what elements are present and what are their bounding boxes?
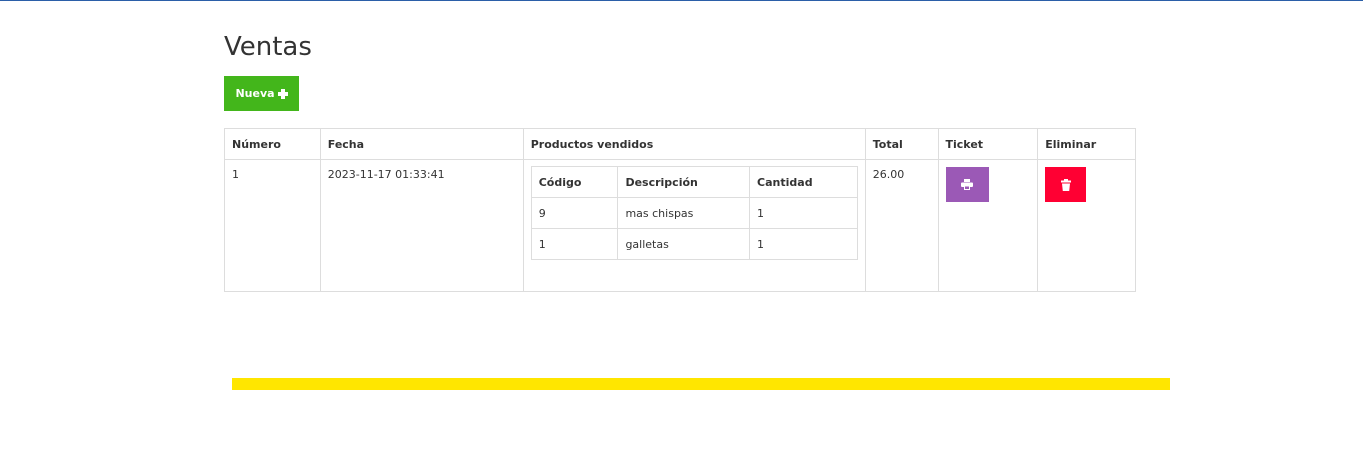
header-cantidad: Cantidad (749, 166, 858, 198)
header-total: Total (864, 128, 939, 160)
footer-yellow-bar (232, 378, 1170, 390)
sale-total: 26.00 (864, 159, 939, 292)
product-row: 9 mas chispas 1 (530, 197, 858, 229)
sale-products-cell: Código Descripción Cantidad 9 mas chispa… (522, 159, 866, 292)
products-header-row: Código Descripción Cantidad (530, 166, 858, 198)
delete-cell (1037, 159, 1136, 292)
ticket-cell (937, 159, 1039, 292)
sale-date: 2023-11-17 01:33:41 (319, 159, 524, 292)
header-fecha: Fecha (319, 128, 524, 160)
new-sale-button[interactable]: Nueva (224, 76, 299, 111)
top-border-line (0, 0, 1363, 1)
table-row: 1 2023-11-17 01:33:41 Código Descripción… (224, 159, 1136, 292)
header-productos: Productos vendidos (522, 128, 866, 160)
product-code: 1 (530, 228, 619, 260)
product-quantity: 1 (749, 228, 858, 260)
products-table: Código Descripción Cantidad 9 mas chispa… (530, 166, 858, 260)
printer-icon (961, 179, 974, 190)
trash-icon (1060, 178, 1071, 191)
product-quantity: 1 (749, 197, 858, 229)
plus-icon (277, 88, 288, 99)
product-row: 1 galletas 1 (530, 228, 858, 260)
new-sale-label: Nueva (235, 87, 275, 100)
page-title: Ventas (224, 32, 312, 62)
header-codigo: Código (530, 166, 619, 198)
delete-sale-button[interactable] (1045, 167, 1087, 202)
product-description: mas chispas (617, 197, 751, 229)
product-description: galletas (617, 228, 751, 260)
header-eliminar: Eliminar (1037, 128, 1136, 160)
print-ticket-button[interactable] (945, 167, 989, 202)
product-code: 9 (530, 197, 619, 229)
sales-table: Número Fecha Productos vendidos Total Ti… (224, 128, 1136, 292)
sales-table-header-row: Número Fecha Productos vendidos Total Ti… (224, 128, 1136, 160)
header-ticket: Ticket (937, 128, 1039, 160)
sale-number: 1 (224, 159, 321, 292)
header-numero: Número (224, 128, 321, 160)
header-descripcion: Descripción (617, 166, 751, 198)
